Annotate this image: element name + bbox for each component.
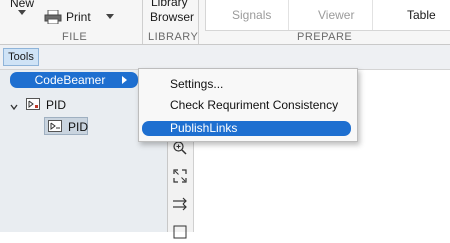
tools-menu-button[interactable]: Tools [3, 48, 39, 66]
menu-item-label: PublishLinks [170, 121, 238, 135]
prepare-gallery: Signals Viewer Table [205, 0, 450, 31]
fit-to-view-icon[interactable] [172, 168, 188, 184]
menu-item-label: Check Requriment Consistency [170, 98, 339, 112]
ribbon-separator [142, 0, 143, 44]
toolstrip: Tools [0, 45, 450, 70]
zoom-in-icon[interactable] [172, 140, 188, 156]
library-browser-line2[interactable]: Browser [150, 10, 194, 24]
arrows-icon[interactable] [172, 196, 188, 212]
pid-subsystem-icon [48, 120, 62, 132]
text-annotation-icon[interactable] [172, 224, 188, 240]
submenu-arrow-icon [122, 76, 127, 84]
file-group-label: FILE [62, 31, 88, 43]
printer-icon[interactable] [44, 9, 62, 25]
tree-child-label[interactable]: PID [68, 120, 88, 134]
viewer-button[interactable]: Viewer [318, 8, 354, 22]
tree-root-label[interactable]: PID [46, 98, 66, 112]
log-signals-button[interactable]: Signals [232, 8, 271, 22]
signal-table-button[interactable]: Table [407, 8, 436, 22]
new-button-label[interactable]: New [10, 0, 34, 10]
prepare-group-label: PREPARE [297, 31, 353, 43]
chevron-down-icon[interactable] [10, 100, 18, 111]
codebeamer-label: CodeBeamer [34, 73, 106, 87]
print-button-label[interactable]: Print [66, 10, 91, 24]
menu-item-label: Settings... [170, 77, 224, 91]
codebeamer-submenu: Settings... Check Requriment Consistency… [138, 68, 358, 142]
gallery-divider [372, 0, 373, 30]
menu-item-check-requirement-consistency[interactable]: Check Requriment Consistency [139, 95, 357, 115]
new-dropdown-icon[interactable] [18, 10, 26, 15]
menu-item-settings[interactable]: Settings... [139, 74, 357, 94]
codebeamer-menu-item[interactable]: CodeBeamer [10, 72, 138, 88]
gallery-divider [288, 0, 289, 30]
print-dropdown-icon[interactable] [106, 14, 114, 19]
pid-model-icon [26, 98, 40, 110]
ribbon-separator [198, 0, 199, 44]
library-group-label: LIBRARY [148, 31, 199, 43]
menu-item-publish-links[interactable]: PublishLinks [142, 121, 351, 136]
library-browser-line1[interactable]: Library [151, 0, 188, 9]
ribbon: New Print FILE Library Browser LIBRARY S… [0, 0, 450, 45]
